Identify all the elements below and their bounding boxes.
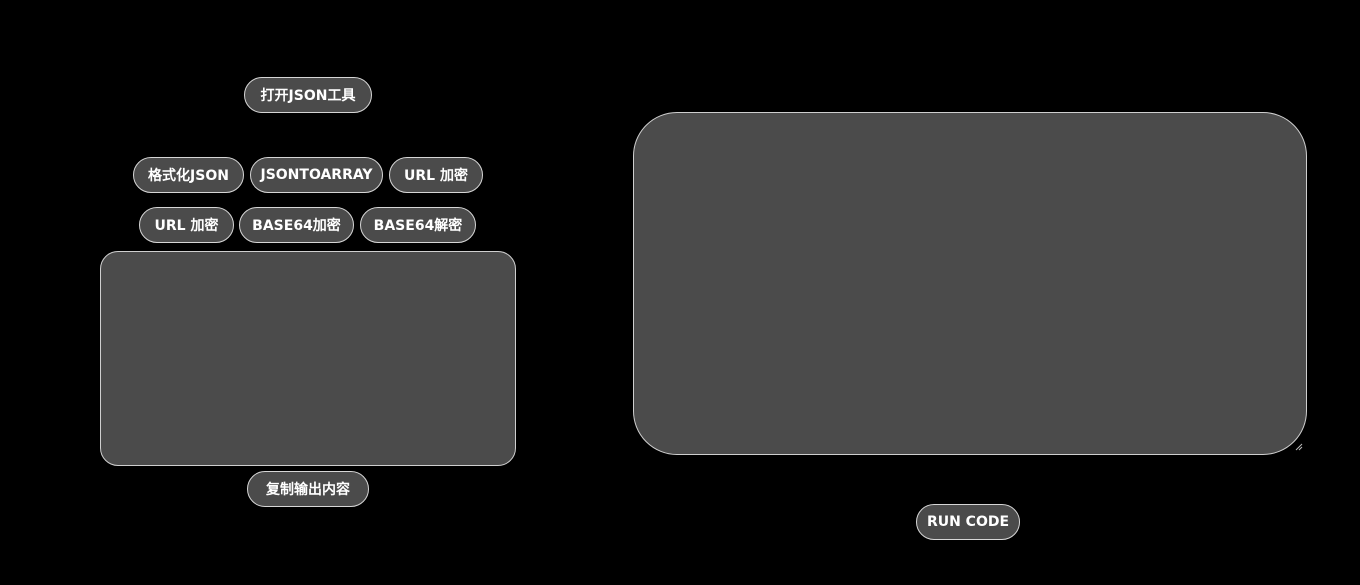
copy-output-button[interactable]: 复制输出内容 — [247, 471, 369, 507]
page: 打开JSON工具 格式化JSON JSONTOARRAY URL 加密 URL … — [0, 0, 1360, 585]
resize-grip-icon[interactable] — [1295, 443, 1303, 451]
base64-decode-button[interactable]: BASE64解密 — [360, 207, 476, 243]
code-editor-textarea[interactable] — [633, 112, 1307, 455]
url-encode-button-2[interactable]: URL 加密 — [139, 207, 234, 243]
open-json-tool-button[interactable]: 打开JSON工具 — [244, 77, 372, 113]
url-encode-button[interactable]: URL 加密 — [389, 157, 483, 193]
run-code-button[interactable]: RUN CODE — [916, 504, 1020, 540]
base64-encode-button[interactable]: BASE64加密 — [239, 207, 354, 243]
json-output-area[interactable] — [100, 251, 516, 466]
format-json-button[interactable]: 格式化JSON — [133, 157, 244, 193]
json-to-array-button[interactable]: JSONTOARRAY — [250, 157, 383, 193]
